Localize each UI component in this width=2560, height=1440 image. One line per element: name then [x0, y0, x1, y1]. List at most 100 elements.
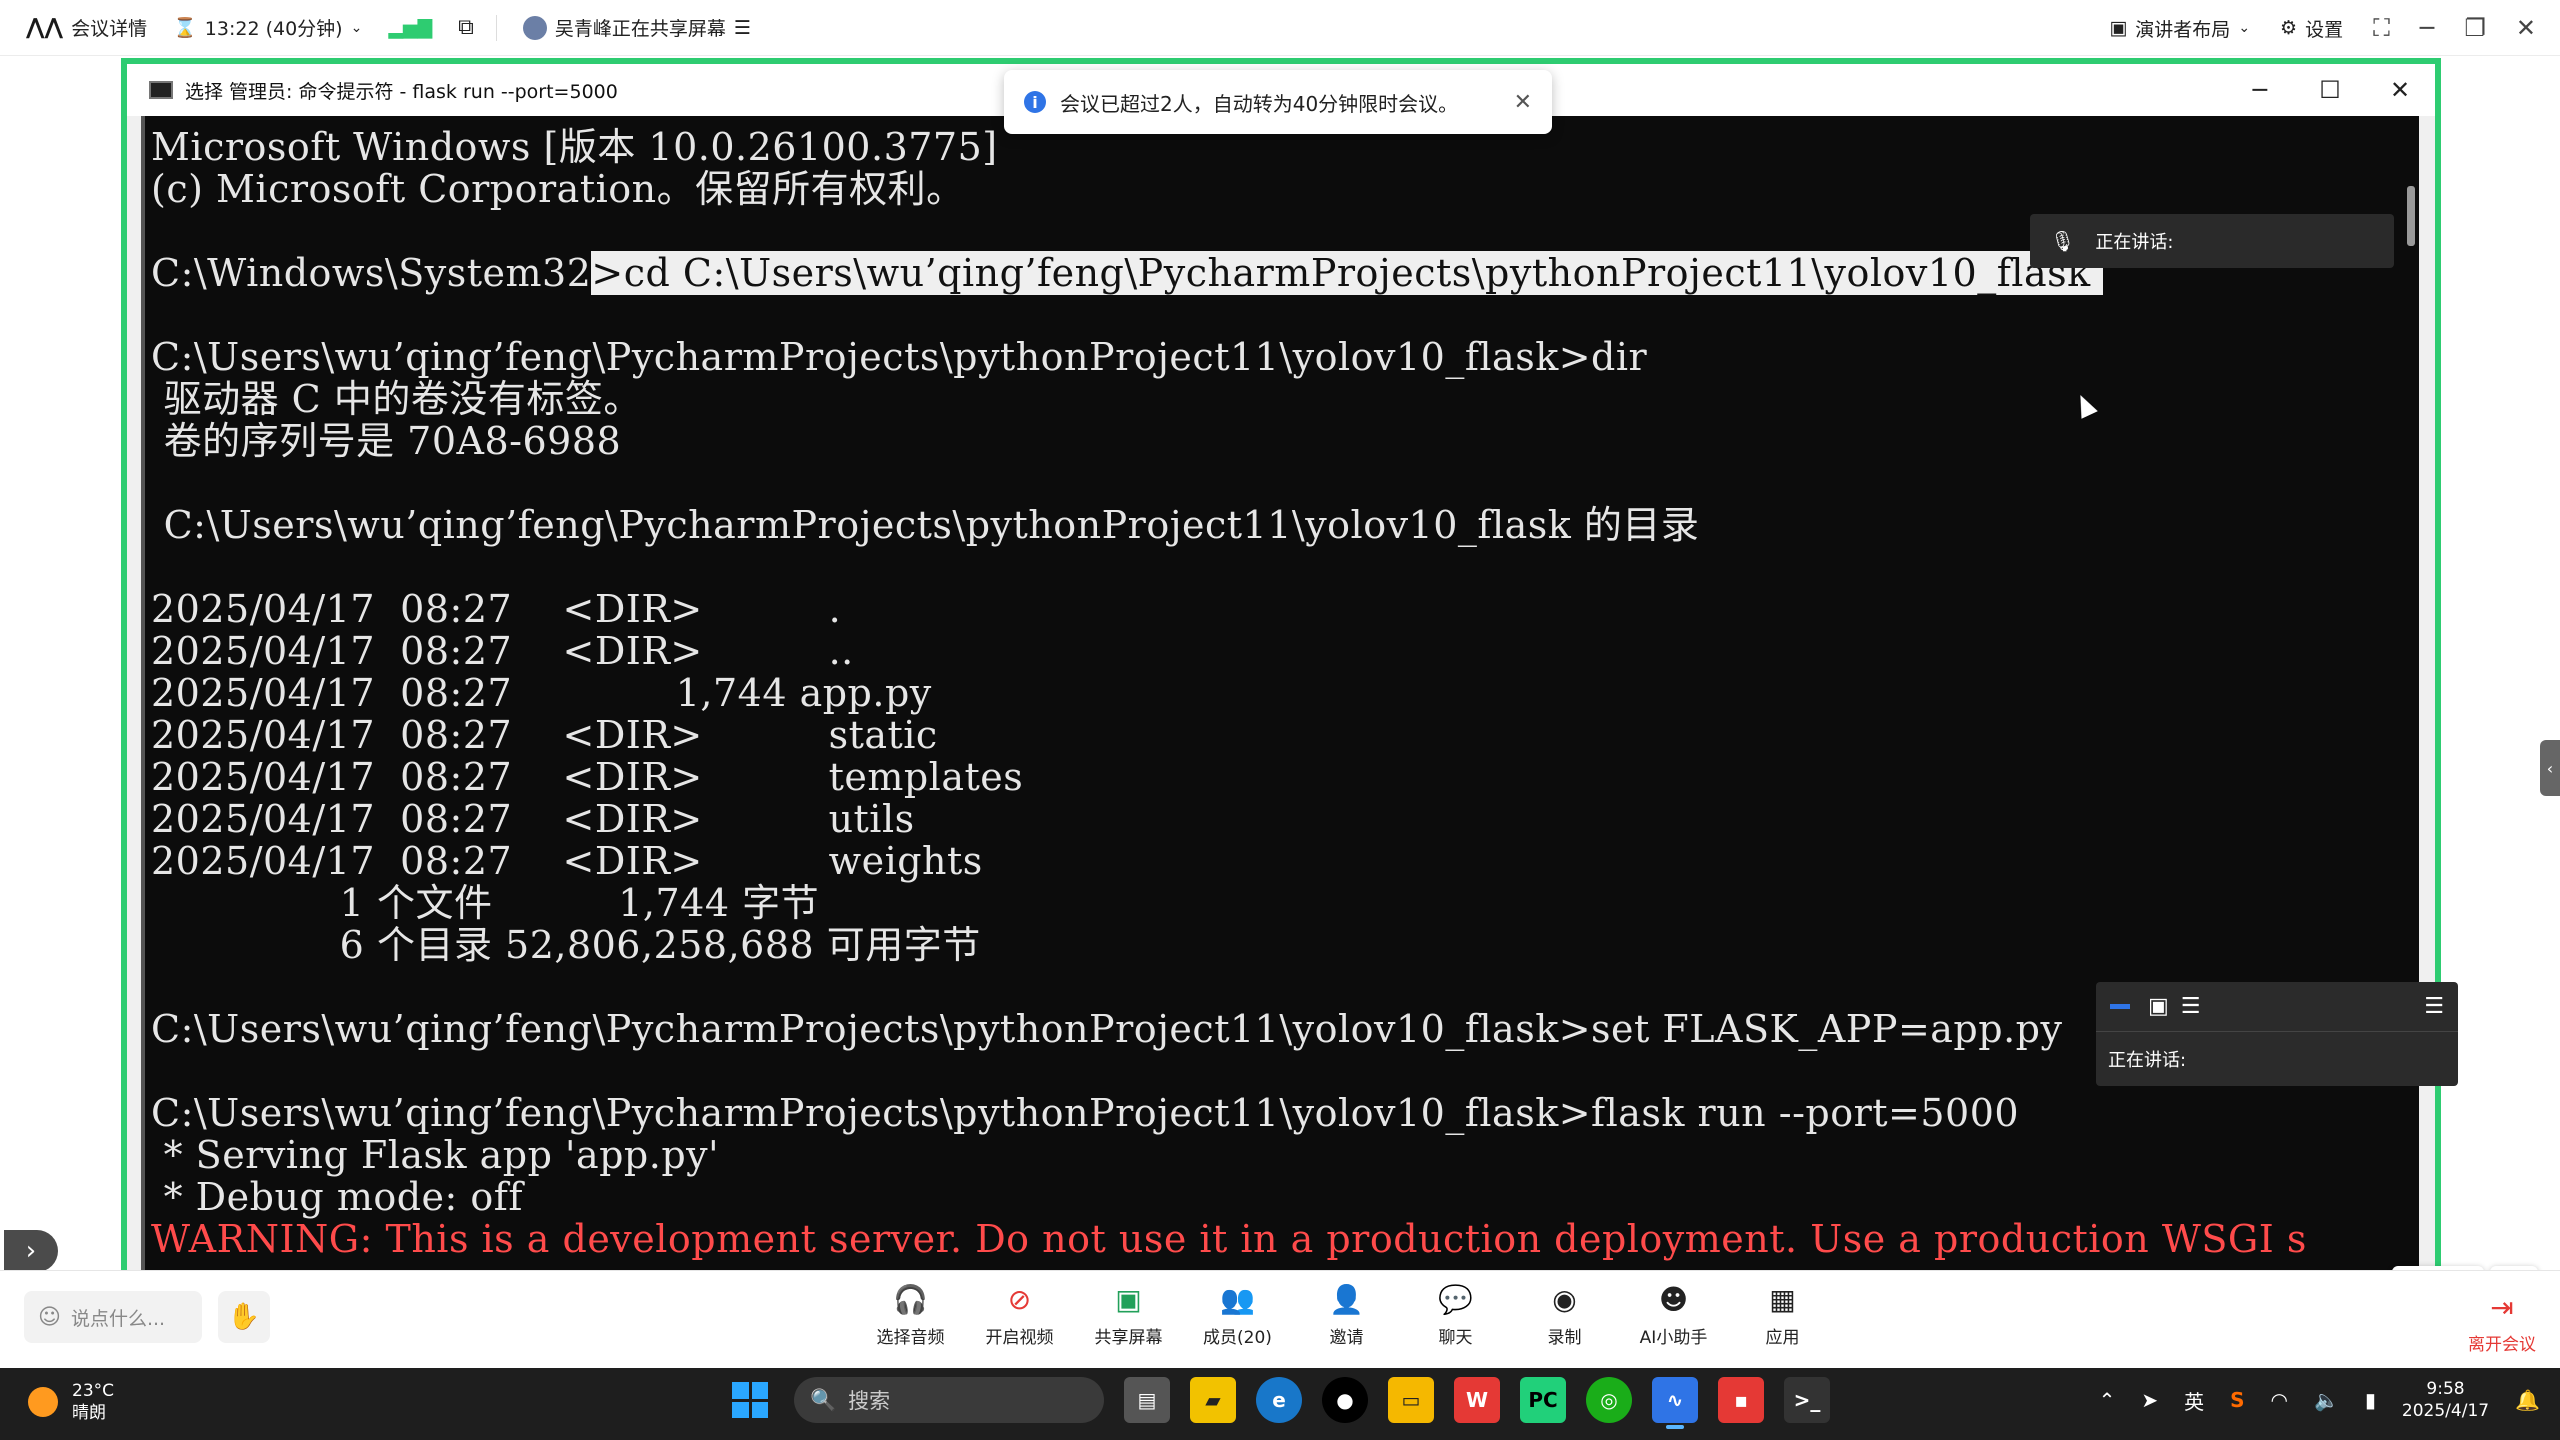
menu-panel-icon[interactable]: ☰	[2424, 994, 2444, 1019]
console-scrollbar[interactable]	[2407, 186, 2415, 246]
sharer-status[interactable]: 吴青峰正在共享屏幕 ☰	[522, 14, 751, 41]
external-link-icon: ⧉	[458, 15, 474, 40]
console-line: 2025/04/17 08:27 1,744 app.py	[151, 671, 932, 715]
ime-indicator[interactable]: 英	[2184, 1386, 2204, 1415]
popout-button[interactable]: ⧉	[458, 15, 474, 40]
share-screen-button[interactable]: ▣ 共享屏幕	[1074, 1281, 1183, 1361]
topbar-right: ▣ 演讲者布局 ⌄ ⚙ 设置 ⛶ ─ ❐ ✕	[2109, 0, 2536, 56]
hourglass-icon: ⌛	[173, 17, 197, 39]
github-icon[interactable]: ●	[1322, 1377, 1368, 1423]
clock[interactable]: 9:58 2025/4/17	[2402, 1378, 2489, 1422]
speaking-label: 正在讲话:	[2095, 232, 2174, 253]
chevron-up-icon[interactable]: ⌃	[2099, 1388, 2116, 1412]
wps-icon[interactable]: W	[1454, 1377, 1500, 1423]
edge-browser-icon[interactable]: e	[1256, 1377, 1302, 1423]
close-button[interactable]: ✕	[2516, 14, 2536, 42]
file-explorer-icon[interactable]: ▭	[1388, 1377, 1434, 1423]
minimize-panel-icon[interactable]	[2110, 1004, 2130, 1009]
menu-icon: ☰	[733, 16, 751, 39]
chat-placeholder: 说点什么...	[70, 1307, 166, 1330]
weather-text: 23°C 晴朗	[72, 1380, 114, 1424]
console-line: 驱动器 C 中的卷没有标签。	[151, 377, 642, 421]
console-line: 2025/04/17 08:27 <DIR> .	[151, 587, 842, 631]
console-line: C:\Users\wu’qing’feng\PycharmProjects\py…	[151, 1091, 2020, 1135]
notification-bell-icon[interactable]: 🔔	[2515, 1388, 2540, 1412]
record-button[interactable]: ◉ 录制	[1510, 1281, 1619, 1361]
task-view-icon[interactable]: ▤	[1124, 1377, 1170, 1423]
cmd-maximize-button[interactable]: ☐	[2295, 64, 2365, 116]
ai-label: AI小助手	[1639, 1328, 1708, 1348]
expand-left-button[interactable]: ›	[4, 1230, 58, 1272]
audio-button[interactable]: 🎧 选择音频	[856, 1281, 965, 1361]
audio-label: 选择音频	[876, 1328, 945, 1348]
video-button[interactable]: ⊘ 开启视频	[965, 1281, 1074, 1361]
quick-chat-input[interactable]: ☺ 说点什么...	[24, 1291, 202, 1343]
console-warning-line: WARNING: This is a development server. D…	[151, 1217, 2307, 1261]
chevron-down-icon: ⌄	[350, 19, 363, 36]
minimize-button[interactable]: ─	[2420, 14, 2434, 42]
close-notification-button[interactable]: ✕	[1514, 90, 1532, 115]
apps-button[interactable]: ▦ 应用	[1728, 1281, 1837, 1361]
ai-assistant-button[interactable]: ☻ AI小助手	[1619, 1281, 1728, 1361]
console-line: 卷的序列号是 70A8-6988	[151, 419, 622, 463]
red-app-icon[interactable]: ▪	[1718, 1377, 1764, 1423]
console-line: * Serving Flask app 'app.py'	[151, 1133, 720, 1177]
timer-label: 13:22 (40分钟)	[204, 18, 343, 40]
sticky-notes-icon[interactable]: ▰	[1190, 1377, 1236, 1423]
members-button[interactable]: 👥 成员(20)	[1183, 1281, 1292, 1361]
record-icon: ◉	[1552, 1282, 1577, 1316]
search-placeholder: 搜索	[848, 1389, 891, 1413]
taskbar-search[interactable]: 🔍 搜索	[794, 1377, 1104, 1423]
console-line: 6 个目录 52,806,258,688 可用字节	[151, 923, 981, 967]
terminal-icon[interactable]: >_	[1784, 1377, 1830, 1423]
send-icon[interactable]: ➤	[2141, 1388, 2158, 1412]
timer-dropdown[interactable]: ⌛ 13:22 (40分钟) ⌄	[173, 14, 362, 41]
fullscreen-icon[interactable]: ⛶	[2373, 14, 2390, 42]
gear-icon: ⚙	[2280, 17, 2298, 39]
window-view-icon[interactable]: ▣	[2148, 994, 2169, 1019]
cmd-close-button[interactable]: ✕	[2365, 64, 2435, 116]
start-tile	[732, 1382, 749, 1399]
start-tile	[751, 1382, 768, 1399]
list-view-icon[interactable]: ☰	[2181, 994, 2201, 1019]
taskbar-apps: 🔍 搜索 ▤ ▰ e ● ▭ W PC ◎ ∿ ▪ >_	[726, 1376, 1830, 1429]
record-label: 录制	[1547, 1328, 1582, 1348]
restore-button[interactable]: ❐	[2464, 14, 2486, 42]
console-output[interactable]: Microsoft Windows [版本 10.0.26100.3775] (…	[141, 116, 2419, 1276]
pycharm-icon[interactable]: PC	[1520, 1377, 1566, 1423]
signal-indicator[interactable]: ▂▅▇	[388, 17, 432, 39]
volume-icon[interactable]: 🔈	[2314, 1388, 2339, 1412]
weather-widget[interactable]: 23°C 晴朗	[28, 1380, 114, 1424]
console-line: C:\Users\wu’qing’feng\PycharmProjects\py…	[151, 335, 1648, 379]
apps-label: 应用	[1765, 1328, 1800, 1348]
wechat-icon[interactable]: ◎	[1586, 1377, 1632, 1423]
cmd-window-controls: ─ ☐ ✕	[2225, 64, 2435, 116]
tencent-meeting-icon[interactable]: ∿	[1652, 1377, 1698, 1429]
chat-label: 聊天	[1438, 1328, 1473, 1348]
speaking-label-row: 正在讲话:	[2096, 1032, 2458, 1086]
wifi-icon[interactable]: ◠	[2271, 1388, 2288, 1412]
layout-dropdown[interactable]: ▣ 演讲者布局 ⌄	[2109, 15, 2250, 42]
meeting-toolbar: ☺ 说点什么... ✋ 🎧 选择音频 ⊘ 开启视频 ▣ 共享屏幕 👥 成员(20…	[0, 1270, 2560, 1368]
speaking-indicator-top[interactable]: 🎙 正在讲话:	[2030, 214, 2394, 268]
console-line: 1 个文件 1,744 字节	[151, 881, 820, 925]
temperature: 23°C	[72, 1381, 115, 1401]
settings-button[interactable]: ⚙ 设置	[2280, 15, 2343, 42]
console-line: C:\Users\wu’qing’feng\PycharmProjects\py…	[151, 503, 1700, 547]
sogou-icon[interactable]: S	[2230, 1388, 2244, 1412]
battery-icon[interactable]: ▮	[2365, 1388, 2376, 1412]
sharer-avatar	[522, 15, 547, 40]
chat-button[interactable]: 💬 聊天	[1401, 1281, 1510, 1361]
start-button[interactable]	[726, 1376, 774, 1424]
invite-button[interactable]: 👤 邀请	[1292, 1281, 1401, 1361]
raise-hand-button[interactable]: ✋	[218, 1291, 270, 1343]
start-tile	[732, 1401, 749, 1418]
collapse-right-handle[interactable]: ‹	[2540, 740, 2560, 796]
meeting-topbar: ⋀⋀ 会议详情 ⌛ 13:22 (40分钟) ⌄ ▂▅▇ ⧉ 吴青峰正在共享屏幕…	[0, 0, 2560, 56]
speaking-panel[interactable]: ▣ ☰ ☰ 正在讲话:	[2096, 982, 2458, 1086]
layout-icon: ▣	[2109, 17, 2128, 39]
sun-icon	[28, 1387, 58, 1417]
meeting-details-button[interactable]: ⋀⋀ 会议详情	[26, 14, 147, 41]
cmd-minimize-button[interactable]: ─	[2225, 64, 2295, 116]
leave-meeting-button[interactable]: ⇥ 离开会议	[2468, 1291, 2536, 1355]
